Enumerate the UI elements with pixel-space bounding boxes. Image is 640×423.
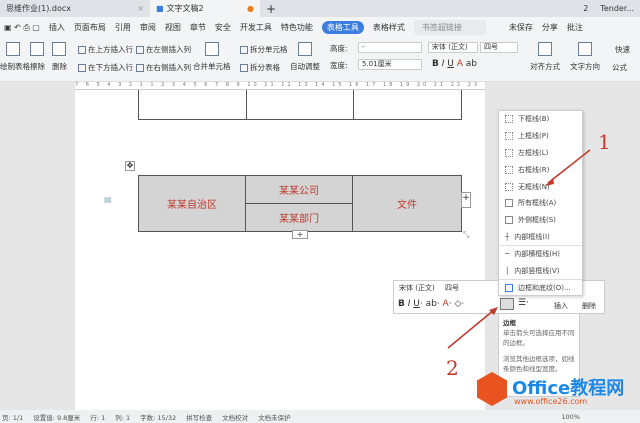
annotation-arrows: [447, 149, 591, 349]
arrow-2: [447, 309, 495, 349]
arrow-1: [547, 149, 591, 184]
annotation-1: 1: [598, 130, 611, 154]
annotation-2: 2: [446, 356, 459, 380]
